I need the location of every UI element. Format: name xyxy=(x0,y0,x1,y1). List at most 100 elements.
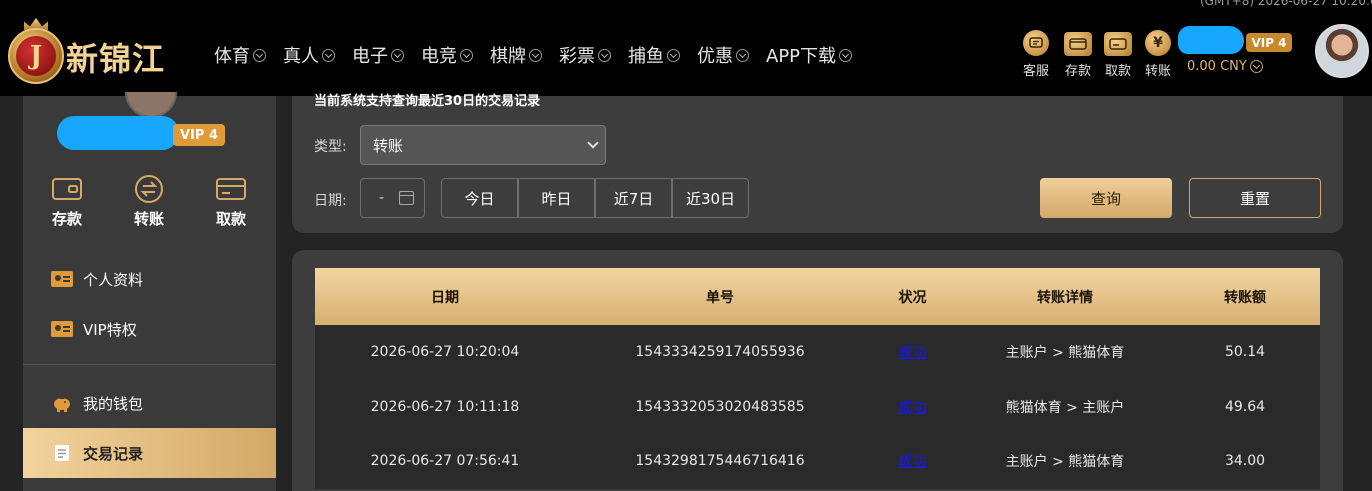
cell-status: 成功 xyxy=(865,397,960,417)
cell-amount: 50.14 xyxy=(1224,344,1266,361)
chevron-down-icon xyxy=(587,137,599,149)
chevron-down-icon xyxy=(839,48,853,62)
logo-letter: J xyxy=(16,36,56,76)
card-icon xyxy=(214,174,248,204)
range-7days-button[interactable]: 近7日 xyxy=(595,178,672,218)
quick-withdraw[interactable]: 取款 xyxy=(1104,30,1132,79)
sidebar-deposit-button[interactable]: 存款 xyxy=(32,174,102,229)
cell-date: 2026-06-27 10:11:18 xyxy=(370,398,520,415)
balance-display[interactable]: 0.00 CNY xyxy=(1187,59,1263,74)
sidebar-item-profile[interactable]: 个人资料 xyxy=(23,254,276,304)
sidebar-avatar xyxy=(125,92,177,118)
yuan-icon: ¥ xyxy=(1145,30,1171,56)
site-logo[interactable]: J 新锦江 xyxy=(8,18,184,84)
quick-customer-service[interactable]: 客服 xyxy=(1023,30,1049,79)
document-icon xyxy=(51,444,73,462)
type-label: 类型: xyxy=(314,139,347,155)
cell-amount: 34.00 xyxy=(1224,453,1266,470)
cell-detail: 主账户 > 熊猫体育 xyxy=(1005,454,1125,471)
cell-order: 1543332053020483585 xyxy=(635,398,805,415)
status-link[interactable]: 成功 xyxy=(899,400,927,416)
logo-text: 新锦江 xyxy=(66,40,166,78)
user-avatar[interactable] xyxy=(1315,24,1369,78)
nav-item-live[interactable]: 真人 xyxy=(283,42,335,68)
nav-item-app-download[interactable]: APP下载 xyxy=(766,42,853,68)
column-header-order: 单号 xyxy=(706,289,734,306)
range-today-button[interactable]: 今日 xyxy=(441,178,518,218)
range-yesterday-button[interactable]: 昨日 xyxy=(518,178,595,218)
date-range-input[interactable]: - xyxy=(360,178,425,218)
nav-item-lottery[interactable]: 彩票 xyxy=(559,42,611,68)
main-nav: 体育 真人 电子 电竞 棋牌 彩票 捕鱼 优惠 APP下载 xyxy=(214,42,869,68)
id-card-icon xyxy=(51,270,73,288)
query-notice: 当前系统支持查询最近30日的交易记录 xyxy=(314,94,541,109)
quick-transfer[interactable]: ¥ 转账 xyxy=(1145,30,1171,79)
query-button[interactable]: 查询 xyxy=(1040,178,1172,218)
chevron-down-icon xyxy=(667,48,680,62)
nav-item-sports[interactable]: 体育 xyxy=(214,42,266,68)
cell-date: 2026-06-27 10:20:04 xyxy=(370,344,520,361)
sidebar-vip-badge: VIP 4 xyxy=(173,124,225,146)
reset-button[interactable]: 重置 xyxy=(1189,178,1321,218)
server-clock: (GMT+8) 2026-06-27 10:20:03 xyxy=(1200,0,1372,8)
sidebar-divider xyxy=(23,364,276,365)
quick-deposit[interactable]: 存款 xyxy=(1064,30,1092,79)
chevron-down-icon xyxy=(529,48,542,62)
chevron-down-icon xyxy=(391,48,404,62)
cell-detail: 熊猫体育 > 主账户 xyxy=(1005,399,1125,416)
status-link[interactable]: 成功 xyxy=(899,345,927,361)
piggy-bank-icon xyxy=(51,394,73,412)
sidebar-transfer-button[interactable]: 转账 xyxy=(114,174,184,229)
sidebar-withdraw-button[interactable]: 取款 xyxy=(196,174,266,229)
cell-detail: 主账户 > 熊猫体育 xyxy=(1005,345,1125,362)
status-link[interactable]: 成功 xyxy=(899,454,927,470)
transactions-table: 日期 单号 状况 转账详情 转账额 2026-06-27 10:20:04 15… xyxy=(315,268,1320,489)
transfer-icon xyxy=(132,174,166,204)
account-sidebar: VIP 4 存款 转账 取款 个人资料 VIP特权 我的钱包 交易记录 xyxy=(23,92,276,491)
nav-item-promotions[interactable]: 优惠 xyxy=(697,42,749,68)
chevron-down-icon xyxy=(1249,60,1263,73)
username-redacted[interactable] xyxy=(1178,26,1244,54)
chat-icon xyxy=(1023,30,1049,56)
chevron-down-icon xyxy=(598,48,611,62)
cell-status: 成功 xyxy=(865,451,960,471)
chevron-down-icon xyxy=(253,48,266,62)
transactions-panel: 日期 单号 状况 转账详情 转账额 2026-06-27 10:20:04 15… xyxy=(292,250,1343,491)
cell-status: 成功 xyxy=(865,342,960,362)
table-row: 2026-06-27 10:11:18 1543332053020483585 … xyxy=(315,379,1320,434)
wallet-icon xyxy=(1064,32,1092,56)
table-row: 2026-06-27 07:56:41 1543298175446716416 … xyxy=(315,434,1320,489)
sidebar-item-wallet[interactable]: 我的钱包 xyxy=(23,378,276,428)
sidebar-item-vip[interactable]: VIP特权 xyxy=(23,304,276,354)
card-icon xyxy=(1104,32,1132,56)
vip-badge: VIP 4 xyxy=(1246,33,1292,52)
cell-amount: 49.64 xyxy=(1224,398,1266,415)
logo-badge: J xyxy=(8,28,64,84)
nav-item-esports[interactable]: 电竞 xyxy=(421,42,473,68)
column-header-detail: 转账详情 xyxy=(1037,289,1093,306)
table-header: 日期 单号 状况 转账详情 转账额 xyxy=(315,268,1320,325)
top-header: (GMT+8) 2026-06-27 10:20:03 J 新锦江 体育 真人 … xyxy=(0,0,1372,96)
id-card-icon xyxy=(51,320,73,338)
chevron-down-icon xyxy=(736,48,749,62)
nav-item-fishing[interactable]: 捕鱼 xyxy=(628,42,680,68)
sidebar-quick-actions: 存款 转账 取款 xyxy=(23,174,276,234)
range-30days-button[interactable]: 近30日 xyxy=(672,178,749,218)
filter-panel: 当前系统支持查询最近30日的交易记录 类型: 转账 日期: - 今日 昨日 近7… xyxy=(292,94,1343,233)
type-select[interactable]: 转账 xyxy=(360,125,606,165)
sidebar-item-transactions[interactable]: 交易记录 xyxy=(23,428,276,478)
chevron-down-icon xyxy=(460,48,473,62)
chevron-down-icon xyxy=(322,48,335,62)
column-header-date: 日期 xyxy=(431,289,459,306)
nav-item-cards[interactable]: 棋牌 xyxy=(490,42,542,68)
calendar-icon xyxy=(399,191,414,205)
cell-order: 1543298175446716416 xyxy=(635,453,805,470)
table-row: 2026-06-27 10:20:04 1543334259174055936 … xyxy=(315,325,1320,380)
nav-item-slots[interactable]: 电子 xyxy=(352,42,404,68)
column-header-amount: 转账额 xyxy=(1224,289,1266,306)
sidebar-username-redacted xyxy=(57,116,179,150)
cell-order: 1543334259174055936 xyxy=(635,344,805,361)
cell-date: 2026-06-27 07:56:41 xyxy=(370,453,520,470)
column-header-status: 状况 xyxy=(898,289,927,306)
wallet-icon xyxy=(50,174,84,204)
